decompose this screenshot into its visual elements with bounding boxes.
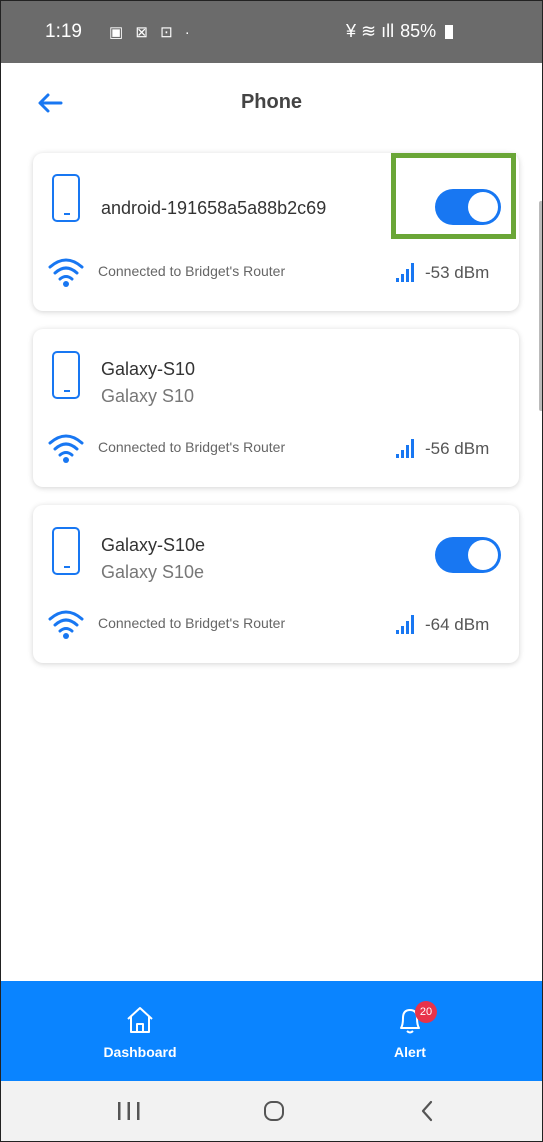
status-bar: 1:19 ▣ ⊠ ⊡ · ¥ ≋ ıll 85% <box>1 1 542 63</box>
nav-alert-label: Alert <box>394 1044 426 1060</box>
notification-icons: ▣ ⊠ ⊡ · <box>109 24 194 41</box>
scrollbar[interactable] <box>539 201 542 411</box>
device-model: Galaxy S10 <box>101 386 195 406</box>
signal-dbm: -56 dBm <box>425 439 490 458</box>
signal-dbm: -64 dBm <box>425 615 490 634</box>
nav-alert[interactable]: 20 Alert <box>335 981 485 1081</box>
system-nav-bar <box>1 1081 542 1141</box>
recent-apps-icon[interactable] <box>99 1081 159 1141</box>
toggle-knob <box>468 540 498 570</box>
toggle-highlight-box <box>391 153 516 239</box>
phone-icon <box>52 527 80 575</box>
signal-dbm: -53 dBm <box>425 263 490 282</box>
device-toggle[interactable] <box>435 537 501 573</box>
page-header: Phone <box>1 63 542 143</box>
page-title: Phone <box>240 91 303 113</box>
device-name: android-191658a5a88b2c69 <box>101 198 327 218</box>
network-icons: ¥ ≋ ıll <box>346 21 395 41</box>
signal-strength-icon <box>396 439 414 458</box>
wifi-icon <box>48 610 84 639</box>
home-button-icon[interactable] <box>244 1081 304 1141</box>
signal-strength-icon <box>396 263 414 282</box>
device-name: Galaxy-S10 <box>101 359 196 379</box>
phone-icon <box>52 174 80 222</box>
nav-dashboard[interactable]: Dashboard <box>65 981 215 1081</box>
device-model: Galaxy S10e <box>101 562 205 582</box>
connection-status: Connected to Bridget's Router <box>98 615 286 631</box>
home-icon <box>127 1007 153 1033</box>
status-time: 1:19 <box>45 21 82 42</box>
battery-icon <box>445 24 454 39</box>
back-button-icon[interactable] <box>397 1081 457 1141</box>
device-name: Galaxy-S10e <box>101 535 206 555</box>
nav-dashboard-label: Dashboard <box>103 1044 177 1060</box>
wifi-icon <box>48 434 84 463</box>
signal-strength-icon <box>396 615 414 634</box>
wifi-icon <box>48 258 84 287</box>
device-card[interactable]: Galaxy-S10 Galaxy S10 Connected to Bridg… <box>33 329 519 487</box>
status-right: ¥ ≋ ıll 85% <box>346 21 454 42</box>
connection-status: Connected to Bridget's Router <box>98 263 286 279</box>
phone-icon <box>52 351 80 399</box>
alert-count-badge: 20 <box>415 1001 437 1023</box>
app-screen: 1:19 ▣ ⊠ ⊡ · ¥ ≋ ıll 85% Phone android-1… <box>0 0 543 1142</box>
connection-status: Connected to Bridget's Router <box>98 439 286 455</box>
device-card[interactable]: Galaxy-S10e Galaxy S10e Connected to Bri… <box>33 505 519 663</box>
battery-level: 85% <box>400 21 437 41</box>
bottom-nav: Dashboard 20 Alert <box>1 981 542 1081</box>
